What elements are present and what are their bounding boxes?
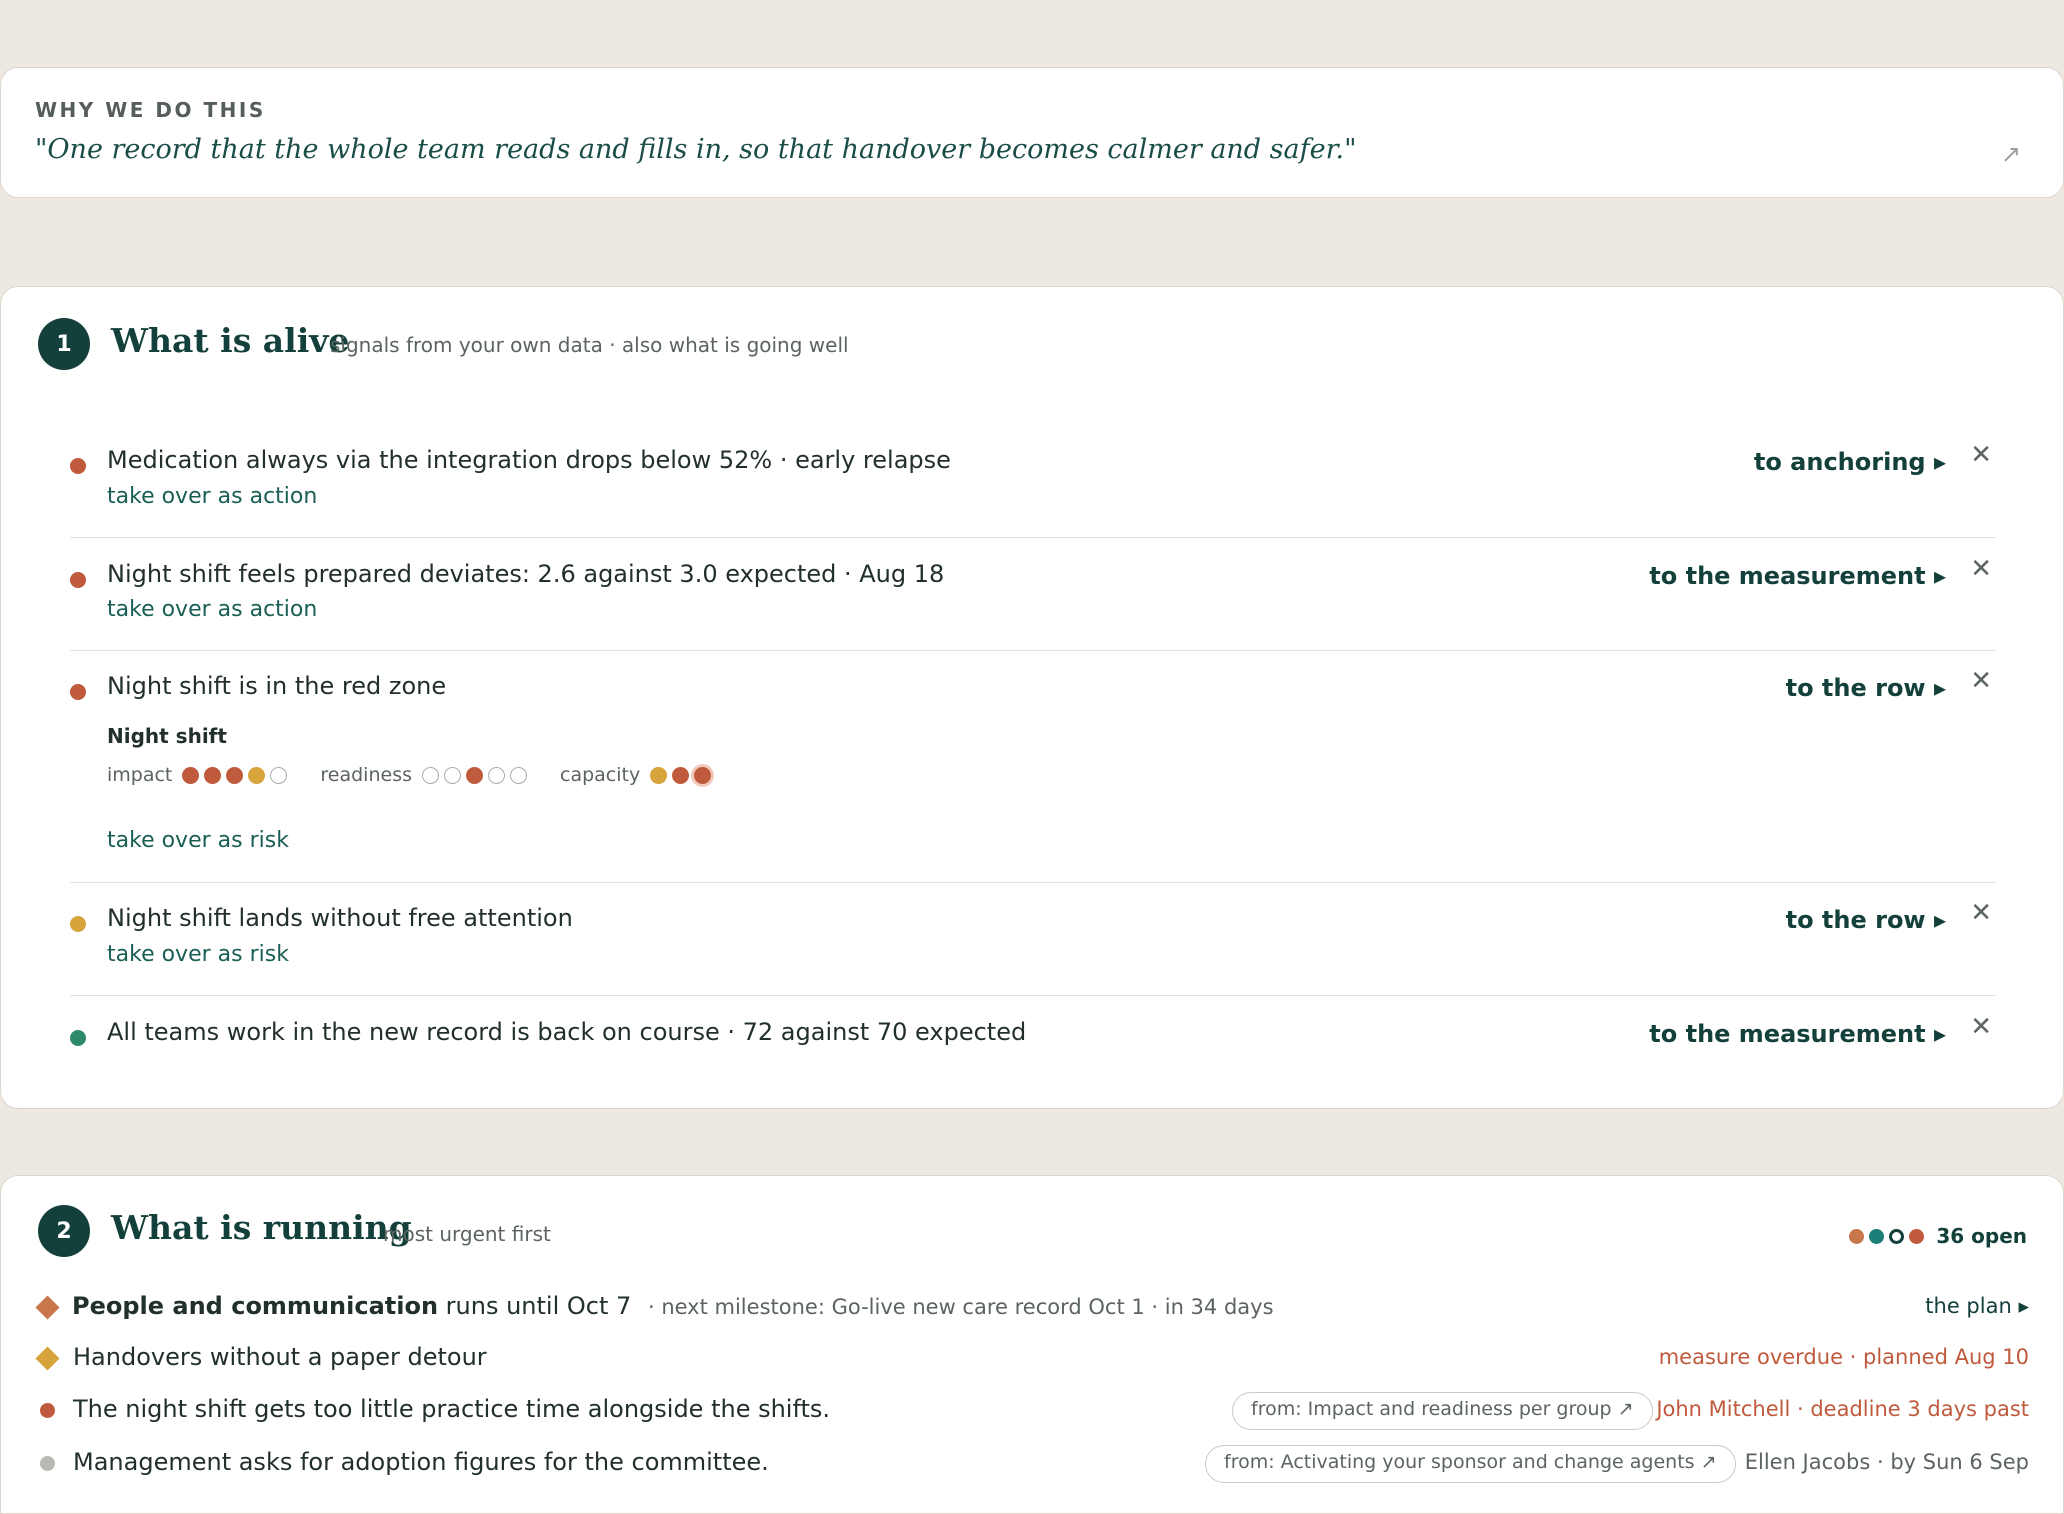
capacity-scale: capacity — [560, 764, 716, 786]
source-pill[interactable]: from: Activating your sponsor and change… — [1205, 1445, 1736, 1483]
impact-scale: impact — [107, 764, 292, 786]
running-card: 2 What is running most urgent first 36 o… — [0, 1175, 2064, 1514]
signal-item: Night shift lands without free attention… — [70, 898, 1996, 996]
running-row-status: Ellen Jacobs · by Sun 6 Sep — [1744, 1450, 2029, 1474]
signal-text: Night shift lands without free attention — [107, 904, 573, 932]
readiness-pip — [444, 766, 461, 784]
capacity-pip — [672, 766, 690, 784]
signal-text: All teams work in the new record is back… — [107, 1018, 1027, 1046]
group-scales: impact readiness capacity — [107, 764, 744, 786]
readiness-pip — [510, 766, 527, 784]
running-row[interactable]: People and communication runs until Oct … — [35, 1290, 2029, 1326]
to-anchoring-link[interactable]: to anchoring ▸ — [1754, 448, 1946, 476]
close-icon[interactable]: ✕ — [1970, 666, 1992, 696]
signal-item: Night shift is in the red zone Night shi… — [70, 666, 1996, 883]
close-icon[interactable]: ✕ — [1970, 898, 1992, 928]
readiness-pip — [488, 766, 505, 784]
impact-pip — [204, 766, 222, 784]
signal-text: Night shift is in the red zone — [107, 672, 447, 700]
section-title: What is alive — [111, 321, 350, 360]
running-row-text: Management asks for adoption figures for… — [73, 1448, 769, 1476]
running-row[interactable]: Management asks for adoption figures for… — [35, 1445, 2029, 1483]
running-row-status: John Mitchell · deadline 3 days past — [1656, 1397, 2029, 1421]
running-row-status: measure overdue · planned Aug 10 — [1658, 1345, 2029, 1369]
section-number: 2 — [38, 1205, 90, 1257]
running-row-text: People and communication runs until Oct … — [72, 1292, 1274, 1320]
running-row-text: The night shift gets too little practice… — [73, 1395, 831, 1423]
open-count: 36 open — [1936, 1224, 2027, 1248]
take-over-action-link[interactable]: take over as action — [107, 484, 317, 509]
running-row-text: Handovers without a paper detour — [73, 1343, 487, 1371]
diamond-icon — [35, 1346, 60, 1371]
take-over-risk-link[interactable]: take over as risk — [107, 942, 289, 967]
signal-item: Medication always via the integration dr… — [70, 440, 1996, 538]
capacity-label: capacity — [560, 764, 641, 786]
impact-pip — [182, 766, 200, 784]
take-over-action-link[interactable]: take over as action — [107, 597, 317, 622]
summary-dot — [1869, 1228, 1885, 1244]
running-row[interactable]: Handovers without a paper detour measure… — [35, 1341, 2029, 1377]
summary-dot — [1909, 1228, 1925, 1244]
the-plan-link[interactable]: the plan ▸ — [1925, 1294, 2029, 1318]
workstream-runs: runs until Oct 7 — [438, 1292, 632, 1320]
status-dot-red — [40, 1403, 55, 1418]
workstream-meta: · next milestone: Go-live new care recor… — [641, 1295, 1274, 1319]
readiness-label: readiness — [320, 764, 412, 786]
running-row[interactable]: The night shift gets too little practice… — [35, 1392, 2029, 1430]
status-dot-red — [70, 684, 86, 700]
why-card: WHY WE DO THIS "One record that the whol… — [0, 67, 2064, 198]
summary-dot — [1889, 1228, 1905, 1244]
impact-label: impact — [107, 764, 173, 786]
to-the-measurement-link[interactable]: to the measurement ▸ — [1649, 1020, 1946, 1048]
to-the-row-link[interactable]: to the row ▸ — [1786, 906, 1946, 934]
status-dot-grey — [40, 1456, 55, 1471]
status-dot-red — [70, 572, 86, 588]
impact-pip — [248, 766, 266, 784]
open-summary[interactable]: 36 open — [1844, 1224, 2027, 1248]
diamond-icon — [35, 1295, 60, 1320]
signal-item: All teams work in the new record is back… — [70, 1012, 1996, 1068]
readiness-pip — [466, 766, 483, 784]
alive-card: 1 What is alive signals from your own da… — [0, 286, 2064, 1109]
status-dot-amber — [70, 916, 86, 932]
signal-text: Night shift feels prepared deviates: 2.6… — [107, 560, 945, 588]
readiness-pip — [422, 766, 439, 784]
impact-pip — [226, 766, 244, 784]
impact-pip — [270, 766, 288, 784]
to-the-row-link[interactable]: to the row ▸ — [1786, 674, 1946, 702]
to-the-measurement-link[interactable]: to the measurement ▸ — [1649, 562, 1946, 590]
section-title: What is running — [111, 1208, 412, 1247]
status-dot-green — [70, 1030, 86, 1046]
summary-dot — [1849, 1228, 1865, 1244]
capacity-pip — [650, 766, 668, 784]
status-dot-red — [70, 458, 86, 474]
source-pill[interactable]: from: Impact and readiness per group ↗ — [1232, 1392, 1653, 1430]
close-icon[interactable]: ✕ — [1970, 440, 1992, 470]
section-subtitle: signals from your own data · also what i… — [330, 333, 849, 357]
close-icon[interactable]: ✕ — [1970, 1012, 1992, 1042]
signal-item: Night shift feels prepared deviates: 2.6… — [70, 554, 1996, 651]
close-icon[interactable]: ✕ — [1970, 554, 1992, 584]
why-label: WHY WE DO THIS — [35, 98, 266, 122]
section-subtitle: most urgent first — [383, 1222, 551, 1246]
take-over-risk-link[interactable]: take over as risk — [107, 828, 289, 853]
workstream-name: People and communication — [72, 1292, 439, 1320]
readiness-scale: readiness — [320, 764, 532, 786]
capacity-pip — [694, 766, 712, 784]
section-number: 1 — [38, 318, 90, 370]
signal-text: Medication always via the integration dr… — [107, 446, 951, 474]
external-link-icon[interactable]: ↗ — [2001, 140, 2021, 168]
group-name: Night shift — [107, 724, 227, 748]
why-quote: "One record that the whole team reads an… — [35, 134, 1357, 165]
